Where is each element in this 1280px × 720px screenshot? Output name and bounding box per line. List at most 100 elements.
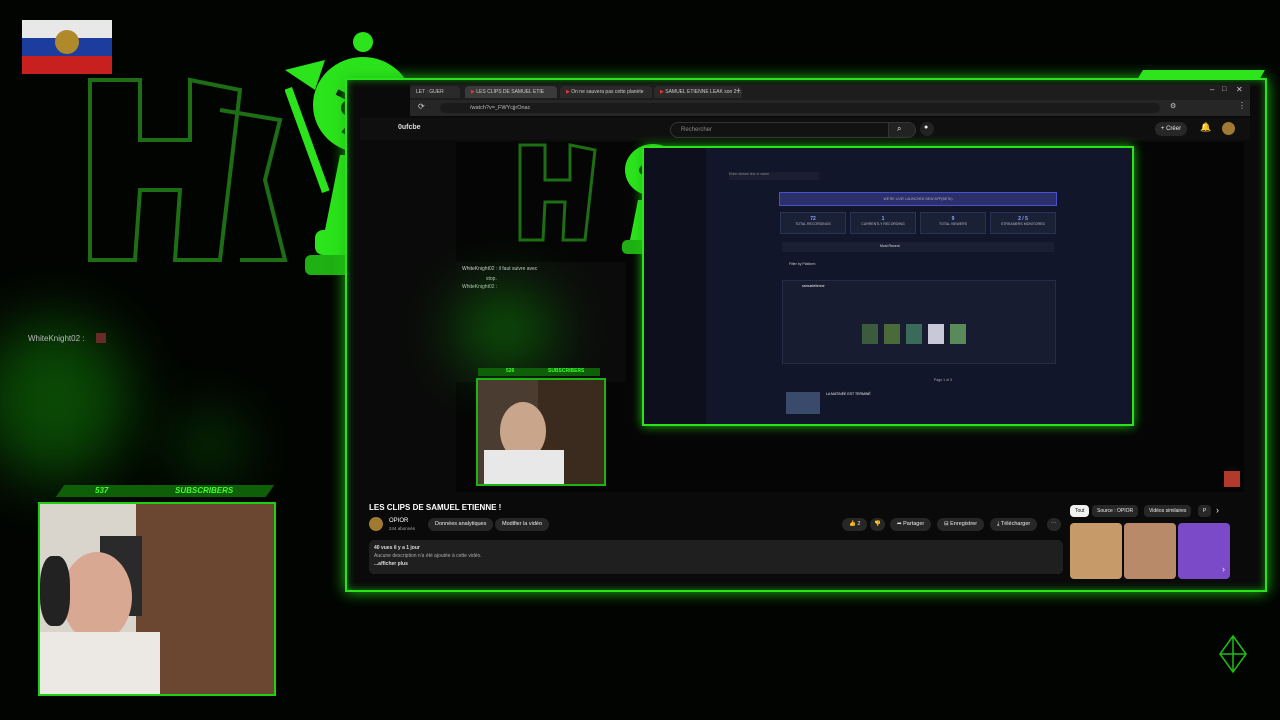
webcam-main — [38, 502, 276, 696]
close-icon[interactable]: ✕ — [1236, 85, 1243, 94]
related-video-thumb[interactable] — [1124, 523, 1176, 579]
clip-thumbnails — [862, 324, 972, 349]
chip-source[interactable]: Source : OPIOR — [1092, 505, 1139, 517]
chevron-right-icon[interactable]: › — [1222, 564, 1225, 574]
chip-all[interactable]: Tout — [1070, 505, 1090, 517]
clip-thumb[interactable] — [862, 324, 878, 344]
stat-recordings: 72 TOTAL RECORDINGS — [780, 212, 846, 234]
search-button[interactable]: ⌕ — [888, 122, 916, 138]
description-box[interactable]: 40 vues il y a 1 jour Aucune description… — [369, 540, 1063, 574]
chevron-right-icon[interactable]: › — [1216, 505, 1219, 515]
stat-streamers: 2 / 5 STREAMERS MONITORED — [990, 212, 1056, 234]
bell-icon[interactable]: 🔔 — [1200, 122, 1211, 133]
more-icon: ⋯ — [1051, 521, 1057, 527]
sub-banner — [55, 485, 275, 497]
filter-platform-label: Filter by Platform — [789, 262, 816, 266]
youtube-header: 0ufcbe Rechercher ⌕ ● + Créer 🔔 — [360, 118, 1250, 140]
green-glow-video — [455, 290, 555, 370]
left-chat-avatar — [96, 333, 106, 343]
save-button[interactable]: ⊟ Enregistrer — [937, 518, 985, 531]
related-video-thumb[interactable] — [1070, 523, 1122, 579]
analytics-button[interactable]: Données analytiques — [428, 518, 494, 531]
tab-3-label: On ne sauvera pas cette planète — [571, 89, 644, 95]
webcam-small-shirt — [484, 450, 564, 484]
dislike-button[interactable]: 👎 — [870, 518, 885, 531]
minimize-icon[interactable]: – — [1210, 85, 1214, 94]
extensions-icon[interactable]: ⚙ — [1170, 102, 1176, 110]
streamer-avatar-small — [1224, 471, 1240, 487]
clip-thumb[interactable] — [928, 324, 944, 344]
video-title: LES CLIPS DE SAMUEL ETIENNE ! — [369, 503, 502, 512]
webcam-person-head — [62, 552, 132, 642]
inner-url-hint: Enter stream link or name — [729, 172, 819, 180]
clip-thumb[interactable] — [950, 324, 966, 344]
frame-accent — [1137, 70, 1265, 80]
green-glow-left-2 — [180, 420, 240, 470]
webcam-shirt — [40, 632, 160, 694]
search-icon: ⌕ — [897, 124, 902, 133]
bookmark-icon: ⊟ — [944, 521, 949, 527]
menu-icon[interactable]: ⋮ — [1238, 101, 1246, 110]
download-icon: ⤓ — [997, 521, 1000, 527]
browser-url-bar: ⟳ /watch?v=_FWYcjjrOnac ⚙ ⋮ — [410, 100, 1250, 116]
like-button[interactable]: 👍 2 — [842, 518, 868, 531]
clip-title: LA MATINÉE EST TERMINÉ — [826, 392, 871, 396]
save-label: Enregistrer — [950, 521, 978, 527]
russian-flag-icon — [22, 20, 112, 74]
avatar[interactable] — [1222, 122, 1235, 135]
share-button[interactable]: ➦ Partager — [890, 518, 932, 531]
inner-dashboard-screen: Enter stream link or name WE'RE LIVE! LA… — [642, 146, 1134, 426]
chip-more[interactable]: P — [1198, 505, 1212, 517]
sort-label: Most Recent — [880, 244, 900, 248]
tab-2[interactable]: ▶ LES CLIPS DE SAMUEL ETIE — [465, 86, 557, 98]
url-field[interactable]: /watch?v=_FWYcjjrOnac — [440, 103, 1160, 113]
webcam-headphones — [40, 556, 70, 626]
stat-currently: 1 CURRENTLY RECORDING — [850, 212, 916, 234]
pagination[interactable]: Page 1 of 3 — [934, 378, 952, 382]
inner-sidebar — [644, 148, 706, 424]
mic-button[interactable]: ● — [920, 122, 934, 136]
browser-tab-bar: LET : GUER ▶ LES CLIPS DE SAMUEL ETIE ▶ … — [410, 84, 1250, 100]
filter-row — [782, 242, 1054, 252]
inner-banner: WE'RE LIVE! LAUNCHED NEW APP(BETA) — [779, 192, 1057, 206]
share-icon: ➦ — [897, 521, 902, 527]
tab-3[interactable]: ▶ On ne sauvera pas cette planète — [560, 86, 652, 98]
hk-logo-small-icon — [518, 143, 597, 242]
tab-2-label: LES CLIPS DE SAMUEL ETIE — [476, 89, 545, 95]
webcam-small — [476, 378, 606, 486]
new-tab-icon[interactable]: + — [736, 86, 741, 95]
streamer-name: samuelelienne — [802, 284, 825, 288]
more-actions-button[interactable]: ⋯ — [1047, 518, 1061, 531]
tab-4-label: SAMUEL ETIENNE LEAK son 2… — [665, 89, 742, 95]
hk-logo-icon — [88, 77, 288, 262]
stat-label: STREAMERS MONITORED — [1000, 222, 1046, 226]
sub-count: 537 — [95, 486, 109, 495]
partial-url-text: 0ufcbe — [398, 124, 421, 131]
edit-video-button[interactable]: Modifier la vidéo — [495, 518, 550, 531]
chip-similar[interactable]: Vidéos similaires — [1144, 505, 1192, 517]
clip-thumb[interactable] — [906, 324, 922, 344]
create-button[interactable]: + Créer — [1155, 122, 1187, 136]
tab-1[interactable]: LET : GUER — [410, 86, 460, 98]
stat-label: TOTAL RECORDINGS — [795, 222, 831, 226]
channel-avatar[interactable] — [369, 517, 383, 531]
search-input[interactable]: Rechercher — [670, 122, 902, 138]
tab-4[interactable]: ▶ SAMUEL ETIENNE LEAK son 2… — [654, 86, 742, 98]
small-sub-label: SUBSCRIBERS — [548, 368, 585, 374]
like-count: 2 — [857, 521, 861, 527]
mic-icon: ● — [924, 124, 929, 131]
maximize-icon[interactable]: □ — [1222, 86, 1226, 93]
download-label: Télécharger — [1000, 521, 1031, 527]
download-button[interactable]: ⤓ Télécharger — [990, 518, 1038, 531]
channel-name[interactable]: OPIOR — [389, 518, 408, 524]
stat-label: CURRENTLY RECORDING — [861, 222, 905, 226]
show-more-link[interactable]: ...afficher plus — [374, 561, 1058, 567]
chat-line: WhiteKnight02 : il faut suivre avec — [462, 266, 538, 272]
clip-thumb[interactable] — [884, 324, 900, 344]
green-glow-left — [0, 320, 130, 480]
stat-label: TOTAL VIEWERS — [939, 222, 967, 226]
reload-icon[interactable]: ⟳ — [418, 102, 425, 111]
diamond-logo-icon — [1219, 634, 1247, 674]
clip-thumb-large — [786, 392, 820, 414]
streamer-card — [782, 280, 1056, 364]
